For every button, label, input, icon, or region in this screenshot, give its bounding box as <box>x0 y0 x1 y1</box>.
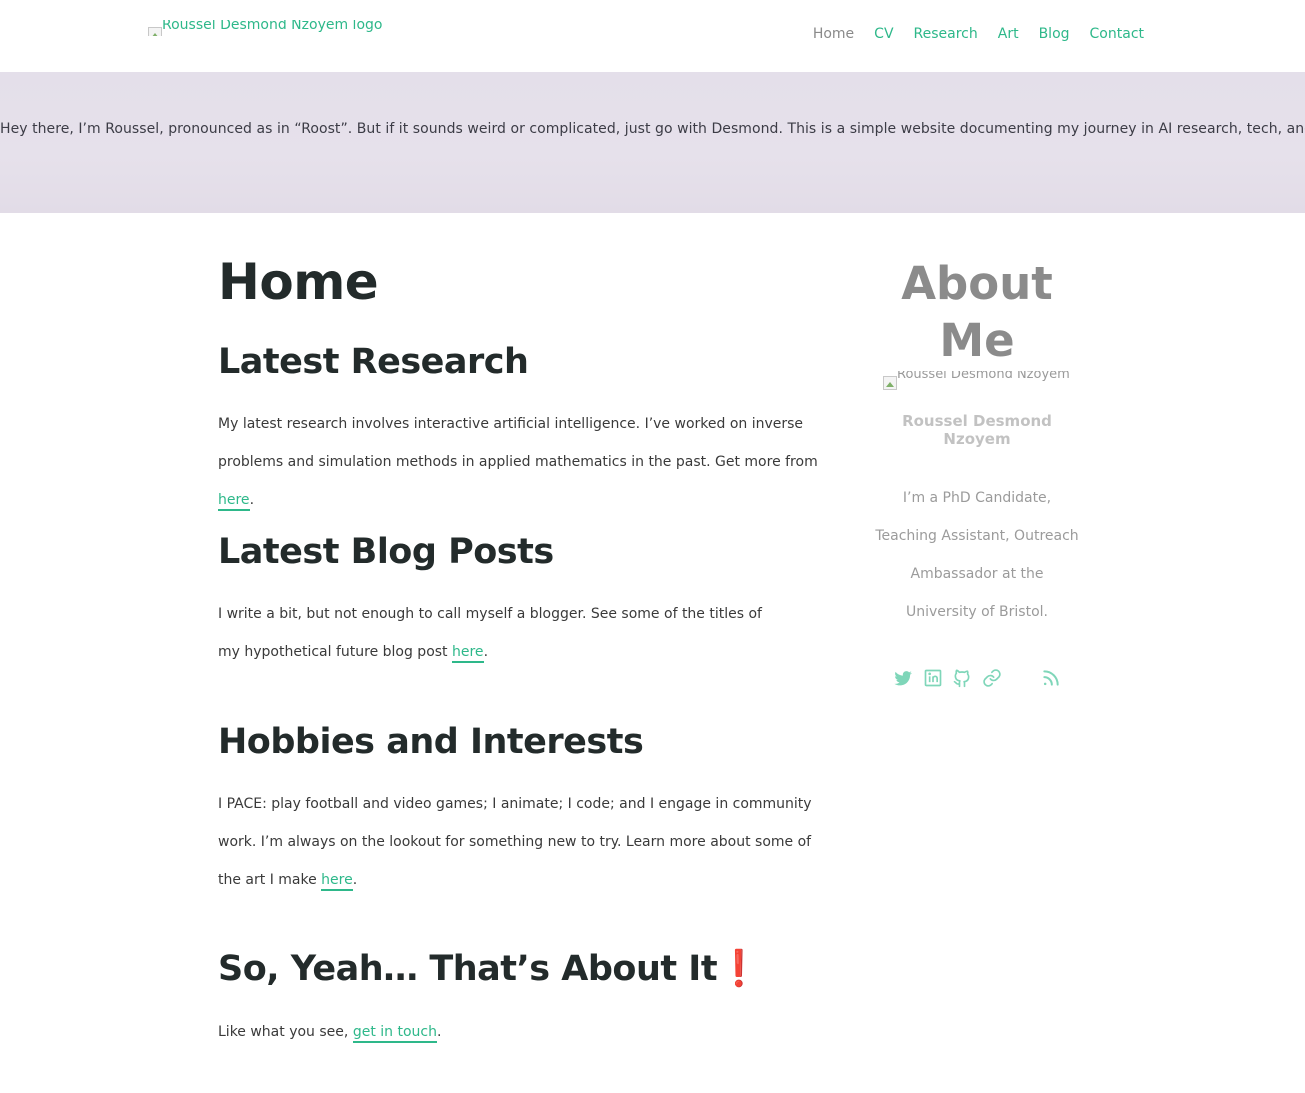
hero-banner: Hey there, I’m Roussel, pronounced as in… <box>0 72 1305 213</box>
section-text-closing: Like what you see, get in touch. <box>218 1013 840 1051</box>
broken-image-icon <box>883 376 897 390</box>
link-icon[interactable] <box>982 668 1002 688</box>
nav-cv[interactable]: CV <box>874 24 893 44</box>
research-here-link[interactable]: here <box>218 492 250 511</box>
nav-home[interactable]: Home <box>813 24 854 44</box>
get-in-touch-link[interactable]: get in touch <box>352 1024 437 1043</box>
section-text-hobbies-body: I PACE: play football and video games; I… <box>218 796 812 888</box>
nav-research[interactable]: Research <box>914 24 978 44</box>
section-text-research-body: My latest research involves interactive … <box>218 416 818 470</box>
author-bio: I’m a PhD Candidate, Teaching Assistant,… <box>875 490 1079 620</box>
broken-image-icon <box>148 27 162 36</box>
nav-art[interactable]: Art <box>998 24 1019 44</box>
research-period: . <box>249 492 255 508</box>
site-header: Roussel Desmond Nzoyem logo Home CV Rese… <box>0 0 1305 72</box>
section-heading-blog: Latest Blog Posts <box>218 532 554 572</box>
about-title: About Me <box>901 257 1053 367</box>
twitter-icon[interactable] <box>893 668 913 688</box>
closing-period: . <box>436 1024 442 1040</box>
author-name: Roussel Desmond Nzoyem <box>902 412 1052 448</box>
hobbies-period: . <box>352 872 358 888</box>
social-links <box>873 668 1081 690</box>
section-heading-closing: So, Yeah… That’s About It❗ <box>218 949 761 989</box>
art-here-link[interactable]: here <box>321 872 353 891</box>
nav-blog[interactable]: Blog <box>1039 24 1070 44</box>
section-text-research: My latest research involves interactive … <box>218 405 840 519</box>
site-logo[interactable]: Roussel Desmond Nzoyem logo <box>148 20 382 36</box>
main-nav: Home CV Research Art Blog Contact <box>793 24 1144 44</box>
blog-period: . <box>483 644 489 660</box>
section-text-closing-body: Like what you see, <box>218 1024 353 1040</box>
section-text-blog-body: I write a bit, but not enough to call my… <box>218 606 762 660</box>
section-text-blog: I write a bit, but not enough to call my… <box>218 595 778 671</box>
rss-icon[interactable] <box>1041 668 1061 688</box>
section-heading-research: Latest Research <box>218 342 529 382</box>
section-text-hobbies: I PACE: play football and video games; I… <box>218 785 828 899</box>
linkedin-icon[interactable] <box>923 668 943 688</box>
blog-here-link[interactable]: here <box>452 644 484 663</box>
nav-contact[interactable]: Contact <box>1090 24 1144 44</box>
page-title: Home <box>218 253 379 311</box>
section-heading-hobbies: Hobbies and Interests <box>218 722 644 762</box>
hero-intro-text: Hey there, I’m Roussel, pronounced as in… <box>0 121 1305 137</box>
logo-alt-text: Roussel Desmond Nzoyem logo <box>162 20 383 33</box>
avatar: Roussel Desmond Nzoyem <box>883 371 1073 391</box>
avatar-alt-text: Roussel Desmond Nzoyem <box>897 371 1070 382</box>
github-icon[interactable] <box>952 668 972 688</box>
